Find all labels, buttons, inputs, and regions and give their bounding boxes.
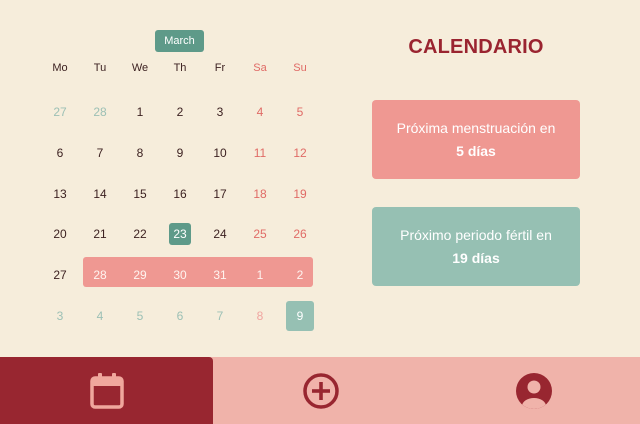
calendar-day[interactable]: 13 [40,179,80,209]
next-period-card: Próxima menstruación en 5 días [372,100,580,179]
next-period-text: Próxima menstruación en [396,119,556,136]
calendar-day[interactable]: 7 [200,301,240,331]
calendar-week-row: 3456789 [40,301,320,331]
calendar-week-row: 6 7 8 9 10 11 12 [40,138,320,168]
calendar-day[interactable]: 14 [80,179,120,209]
calendar-day[interactable]: 12 [280,138,320,168]
month-label[interactable]: March [155,30,204,52]
weekday-label: We [131,62,149,74]
nav-calendar-button[interactable] [0,357,213,424]
calendar-day[interactable]: 25 [240,219,280,249]
calendar-day[interactable]: 17 [200,179,240,209]
nav-profile-button[interactable] [428,357,640,424]
calendar-day[interactable]: 26 [280,219,320,249]
calendar-day[interactable]: 6 [40,138,80,168]
calendar-day[interactable]: 31 [200,260,240,290]
calendar-day[interactable]: 10 [200,138,240,168]
next-fertile-text: Próximo periodo fértil en [400,226,552,243]
calendar-day[interactable]: 5 [280,97,320,127]
plus-circle-icon [302,372,339,409]
calendar-day[interactable]: 28 [80,260,120,290]
calendar-day[interactable]: 2 [160,97,200,127]
weekday-label: Mo [52,62,68,74]
calendar-day[interactable]: 21 [80,219,120,249]
calendar-day[interactable]: 27 [40,97,80,127]
weekday-label: Th [173,62,187,74]
weekday-label: Su [293,62,307,74]
calendar-day[interactable]: 4 [240,97,280,127]
calendar-day[interactable]: 22 [120,219,160,249]
calendar-day[interactable]: 1 [240,260,280,290]
user-circle-icon [516,372,552,409]
calendar-day[interactable]: 28 [80,97,120,127]
calendar-day[interactable]: 15 [120,179,160,209]
next-fertile-days: 19 días [452,249,500,266]
bottom-nav-bar [0,357,640,424]
weekday-label: Sa [253,62,267,74]
calendar-day[interactable]: 29 [120,260,160,290]
weekday-label: Fr [214,62,226,74]
calendar-week-row: 27 28 1 2 3 4 5 [40,97,320,127]
calendar-day[interactable]: 11 [240,138,280,168]
calendar-day[interactable]: 8 [120,138,160,168]
calendar-day[interactable]: 23 [160,219,200,249]
weekday-header: Mo Tu We Th Fr Sa Su [40,56,320,80]
calendar-day[interactable]: 4 [80,301,120,331]
calendar-day[interactable]: 20 [40,219,80,249]
calendar-icon [89,372,124,409]
weekday-label: Tu [93,62,107,74]
next-fertile-card: Próximo periodo fértil en 19 días [372,207,580,286]
calendar-day[interactable]: 2 [280,260,320,290]
calendar-day[interactable]: 5 [120,301,160,331]
calendar-day[interactable]: 18 [240,179,280,209]
next-period-days: 5 días [456,142,496,159]
calendar-week-row: 20 21 22 23 24 25 26 [40,219,320,249]
calendar-day[interactable]: 6 [160,301,200,331]
calendar-day[interactable]: 16 [160,179,200,209]
calendar-day[interactable]: 3 [200,97,240,127]
calendar-week-row: 27 28 29 30 31 1 2 [40,260,320,290]
calendar-day[interactable]: 7 [80,138,120,168]
calendar-day[interactable]: 3 [40,301,80,331]
calendar-day[interactable]: 30 [160,260,200,290]
calendar-day[interactable]: 19 [280,179,320,209]
nav-add-button[interactable] [213,357,428,424]
calendar-day[interactable]: 8 [240,301,280,331]
calendar-day[interactable]: 27 [40,260,80,290]
calendar-day[interactable]: 24 [200,219,240,249]
calendar-day[interactable]: 9 [160,138,200,168]
calendar-day[interactable]: 1 [120,97,160,127]
page-title: CALENDARIO [408,36,544,58]
calendar-day[interactable]: 9 [280,301,320,331]
calendar-week-row: 13 14 15 16 17 18 19 [40,179,320,209]
